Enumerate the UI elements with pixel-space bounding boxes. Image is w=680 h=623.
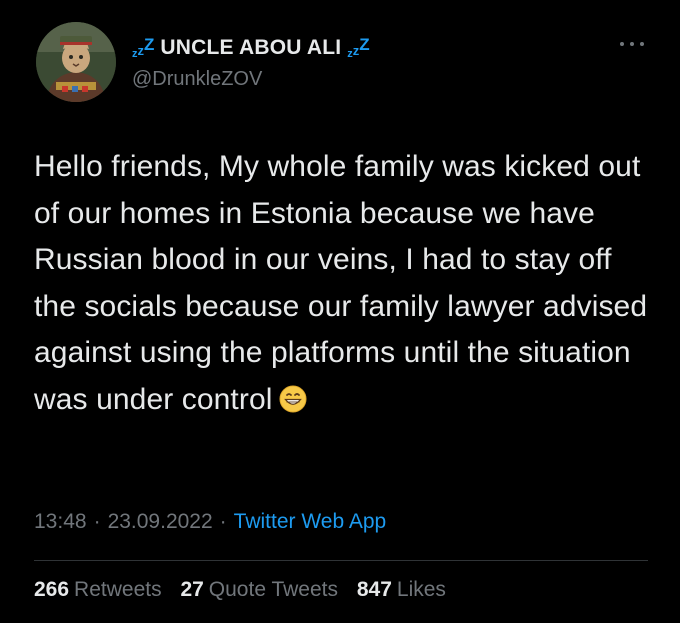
tweet-card: zzZ UNCLE ABOU ALI zzZ @DrunkleZOV Hello… — [0, 0, 680, 623]
author-name-row[interactable]: zzZ UNCLE ABOU ALI zzZ — [132, 33, 370, 63]
likes-label: Likes — [396, 578, 446, 601]
quote-tweets-label: Quote Tweets — [208, 578, 338, 601]
retweets-count: 266 — [34, 578, 70, 601]
divider — [34, 560, 648, 561]
likes-count: 847 — [356, 578, 392, 601]
zzz-emoji-left: zzZ — [132, 35, 155, 60]
grinning-face-emoji-icon — [279, 381, 307, 412]
zzz-emoji-right: zzZ — [347, 35, 370, 60]
tweet-date[interactable]: 23.09.2022 — [108, 510, 213, 533]
tweet-time[interactable]: 13:48 — [34, 510, 87, 533]
avatar-image — [36, 22, 116, 102]
likes-stat[interactable]: 847 Likes — [357, 578, 446, 601]
tweet-source-link[interactable]: Twitter Web App — [234, 510, 387, 533]
separator: · — [219, 510, 227, 533]
dot — [640, 42, 644, 46]
display-name[interactable]: UNCLE ABOU ALI — [160, 36, 341, 60]
quote-tweets-count: 27 — [180, 578, 204, 601]
tweet-text: Hello friends, My whole family was kicke… — [34, 144, 654, 423]
avatar[interactable] — [36, 22, 116, 102]
separator: · — [93, 510, 101, 533]
tweet-stats: 266 Retweets 27 Quote Tweets 847 Likes — [34, 578, 459, 602]
dot — [630, 42, 634, 46]
quote-tweets-stat[interactable]: 27 Quote Tweets — [180, 578, 338, 601]
tweet-meta: 13:48 · 23.09.2022 · Twitter Web App — [34, 510, 386, 534]
user-handle[interactable]: @DrunkleZOV — [132, 68, 262, 91]
more-options-icon[interactable] — [620, 38, 644, 50]
retweets-stat[interactable]: 266 Retweets — [34, 578, 162, 601]
tweet-text-content: Hello friends, My whole family was kicke… — [34, 150, 648, 416]
dot — [620, 42, 624, 46]
retweets-label: Retweets — [74, 578, 162, 601]
